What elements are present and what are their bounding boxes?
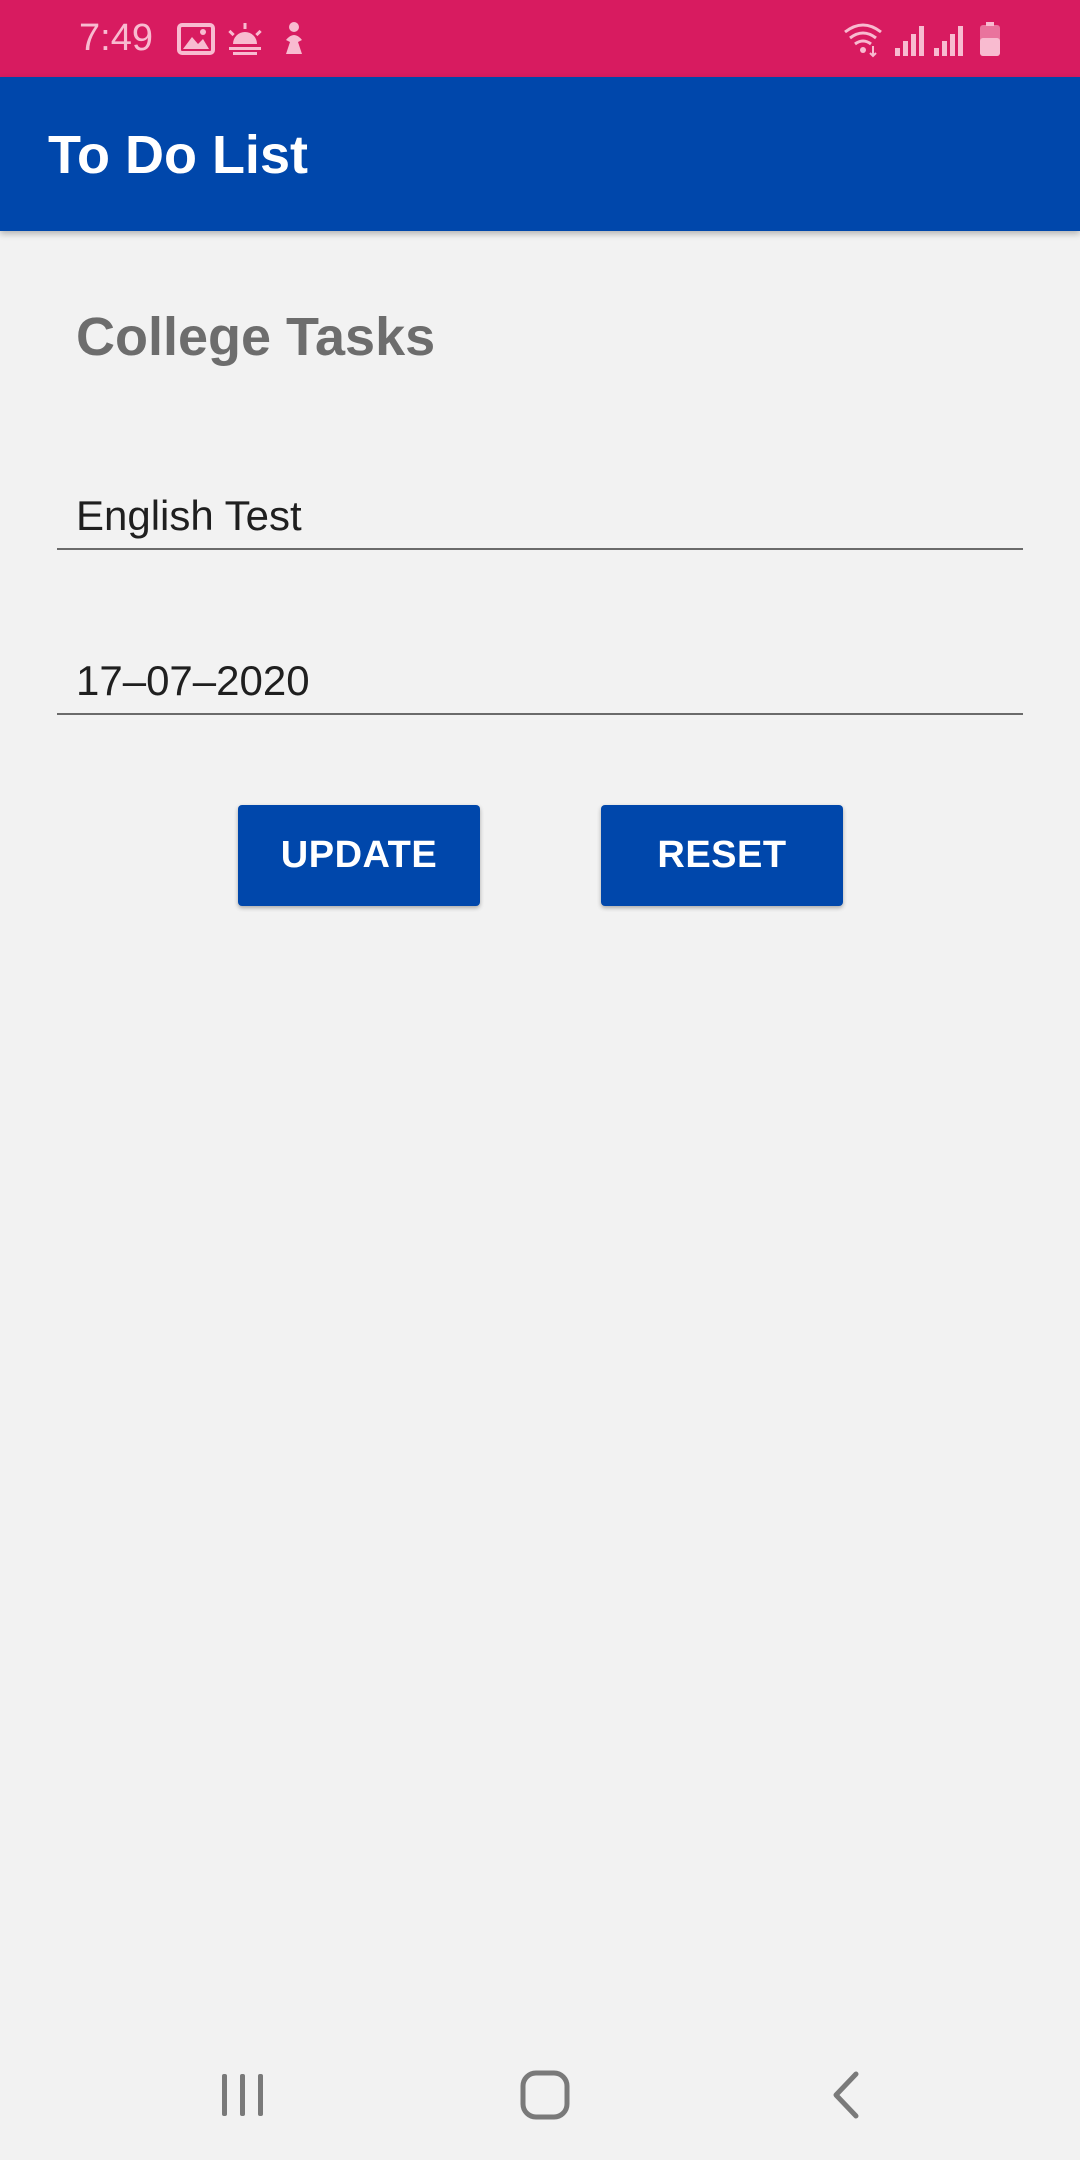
reset-button[interactable]: RESET	[601, 805, 843, 906]
back-icon[interactable]	[812, 2060, 882, 2130]
task-name-value: English Test	[76, 492, 302, 539]
status-time: 7:49	[79, 17, 153, 59]
wifi-icon	[843, 20, 883, 58]
task-date-field[interactable]: 17–07–2020	[57, 643, 1023, 715]
task-date-value: 17–07–2020	[76, 657, 310, 704]
task-name-field[interactable]: English Test	[57, 478, 1023, 550]
navigation-bar	[0, 2030, 1080, 2160]
notification-icon	[274, 20, 314, 58]
weather-icon	[225, 20, 265, 58]
signal-icon	[930, 20, 970, 58]
app-title: To Do List	[48, 125, 308, 185]
battery-icon	[970, 20, 1010, 58]
app-bar: To Do List	[0, 77, 1080, 231]
recent-apps-icon[interactable]	[208, 2060, 278, 2130]
screen: 7:49 To Do List College Tasks English Te…	[0, 0, 1080, 2160]
list-title: College Tasks	[76, 307, 436, 367]
gallery-icon	[176, 20, 216, 58]
status-bar: 7:49	[0, 0, 1080, 77]
update-button[interactable]: UPDATE	[238, 805, 480, 906]
signal-icon	[891, 20, 931, 58]
home-icon[interactable]	[510, 2060, 580, 2130]
